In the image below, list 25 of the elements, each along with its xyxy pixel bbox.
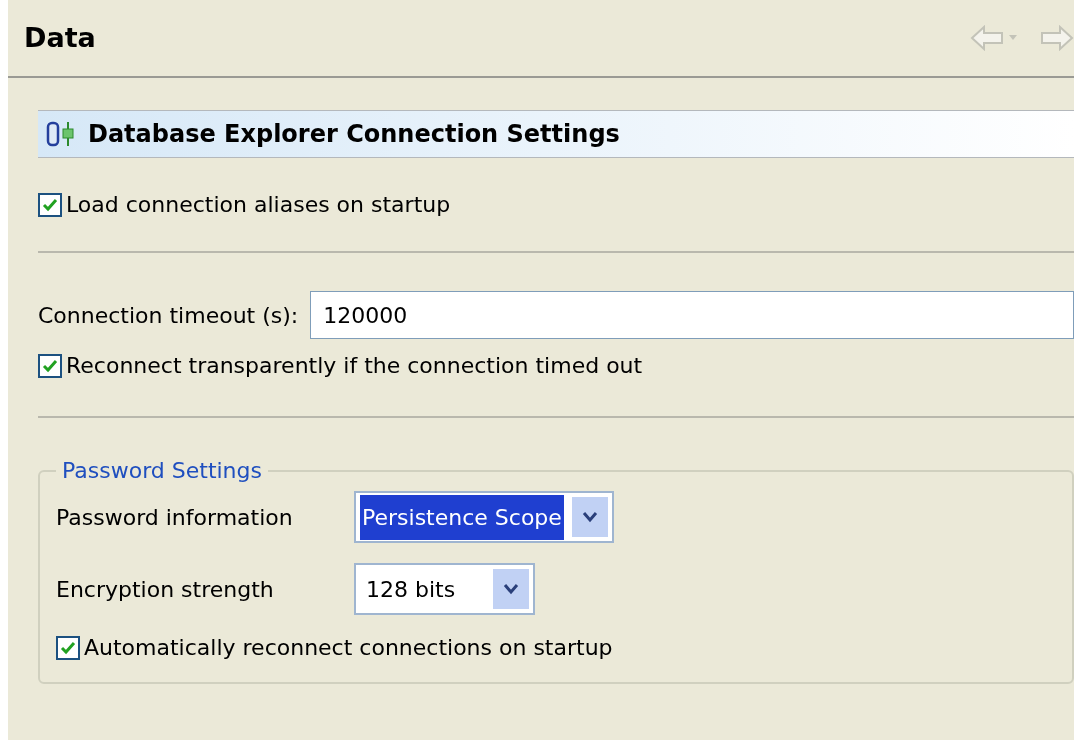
- checkbox-label: Automatically reconnect connections on startup: [84, 634, 613, 662]
- checkbox-label: Reconnect transparently if the connection timed out: [66, 352, 643, 380]
- dropdown[interactable]: Persistence Scope: [354, 491, 614, 543]
- timeout-label: Connection timeout (s):: [38, 301, 299, 330]
- dropdown[interactable]: 128 bits: [354, 563, 536, 615]
- group-title: Password Settings: [61, 457, 263, 485]
- dropdown-button[interactable]: [571, 497, 608, 537]
- dropdown-value: Persistence Scope: [360, 494, 564, 540]
- field-label: Encryption strength: [56, 575, 275, 604]
- chevron-down-icon: [581, 511, 598, 523]
- database-connection-icon: [46, 120, 76, 148]
- section-title: Database Explorer Connection Settings: [88, 119, 620, 150]
- checkmark-icon: [42, 196, 58, 213]
- page-title: Data: [24, 20, 96, 55]
- checkbox[interactable]: [56, 635, 80, 660]
- checkmark-icon: [60, 639, 76, 656]
- checkbox[interactable]: [38, 192, 62, 217]
- field-label: Password information: [56, 503, 294, 532]
- dropdown-value: 128 bits: [365, 575, 457, 604]
- checkbox[interactable]: [38, 353, 62, 378]
- checkmark-icon: [42, 357, 58, 374]
- timeout-field[interactable]: 120000: [310, 291, 1074, 339]
- checkbox-label: Load connection aliases on startup: [66, 191, 451, 219]
- chevron-down-icon: [503, 583, 520, 595]
- dropdown-button[interactable]: [493, 569, 530, 609]
